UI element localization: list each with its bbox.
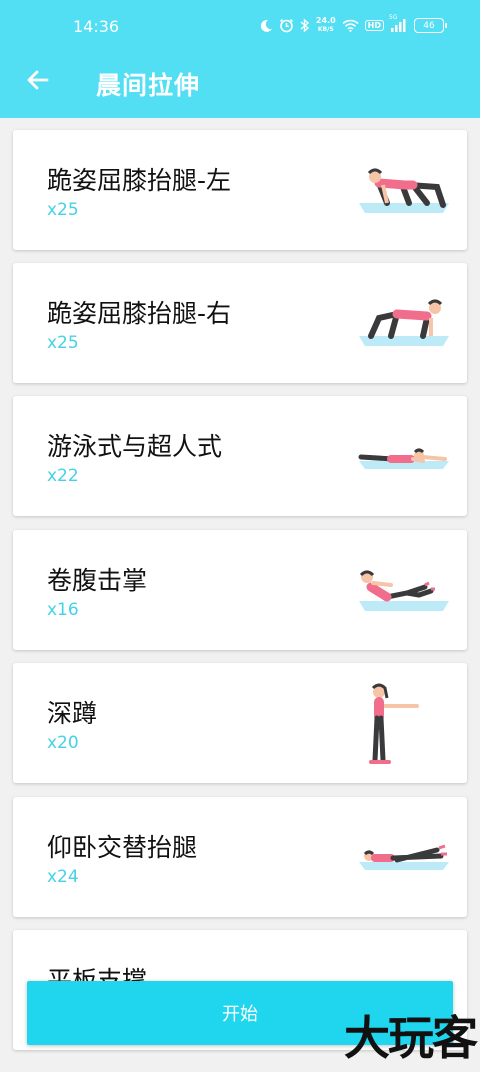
kneeling-leg-raise-right-illustration <box>359 299 449 346</box>
page-title: 晨间拉伸 <box>96 71 201 100</box>
signal-label: 5G <box>389 13 398 21</box>
moon-icon <box>259 19 273 33</box>
exercise-reps: x22 <box>47 466 79 486</box>
bluetooth-icon <box>300 18 310 33</box>
status-bar: 14:36 24.0 KB/S HD 5G 46 <box>0 0 480 54</box>
kneeling-leg-raise-left-illustration <box>359 168 449 213</box>
exercise-name: 卷腹击掌 <box>47 566 148 595</box>
battery-icon: 46 <box>414 18 447 33</box>
wifi-icon <box>342 19 359 32</box>
squat-illustration <box>369 683 419 764</box>
exercise-name: 仰卧交替抬腿 <box>47 833 198 862</box>
exercise-card-swimmer-superman[interactable]: 游泳式与超人式 x22 <box>13 396 467 516</box>
net-speed-value: 24.0 <box>315 16 336 25</box>
exercise-card-crunch-clap[interactable]: 卷腹击掌 x16 <box>13 530 467 650</box>
exercise-card-squat[interactable]: 深蹲 x20 <box>13 663 467 783</box>
watermark-logo: 大玩客 <box>344 1011 478 1065</box>
crunch-clap-illustration <box>359 570 449 611</box>
exercise-card-kneeling-leg-raise-left[interactable]: 跪姿屈膝抬腿-左 x25 <box>13 130 467 250</box>
status-time: 14:36 <box>73 17 120 36</box>
exercise-name: 跪姿屈膝抬腿-左 <box>47 166 232 195</box>
arrow-left-icon[interactable] <box>24 66 52 94</box>
status-icons: 24.0 KB/S HD 5G 46 <box>259 14 447 34</box>
exercise-card-supine-alternate-leg-raise[interactable]: 仰卧交替抬腿 x24 <box>13 797 467 917</box>
signal-icon: 5G <box>389 14 408 33</box>
exercise-name: 跪姿屈膝抬腿-右 <box>47 299 232 328</box>
exercise-reps: x20 <box>47 733 79 753</box>
exercise-reps: x16 <box>47 600 79 620</box>
app-bar: 晨间拉伸 <box>0 54 480 118</box>
exercise-reps: x25 <box>47 200 79 220</box>
exercise-reps: x25 <box>47 333 79 353</box>
alarm-icon <box>279 18 294 33</box>
swimmer-superman-illustration <box>358 448 449 469</box>
exercise-name: 游泳式与超人式 <box>47 432 223 461</box>
net-speed-unit: KB/S <box>317 26 334 33</box>
net-speed-indicator: 24.0 KB/S <box>316 17 336 34</box>
exercise-card-kneeling-leg-raise-right[interactable]: 跪姿屈膝抬腿-右 x25 <box>13 263 467 383</box>
supine-alternate-leg-raise-illustration <box>359 844 449 870</box>
hd-badge: HD <box>364 20 384 31</box>
exercise-list: 跪姿屈膝抬腿-左 x25 跪姿屈膝抬腿-右 x25 游泳式与超人式 x22 卷腹… <box>0 118 480 1072</box>
battery-level: 46 <box>423 20 435 31</box>
exercise-name: 深蹲 <box>47 699 98 728</box>
exercise-reps: x24 <box>47 867 79 887</box>
